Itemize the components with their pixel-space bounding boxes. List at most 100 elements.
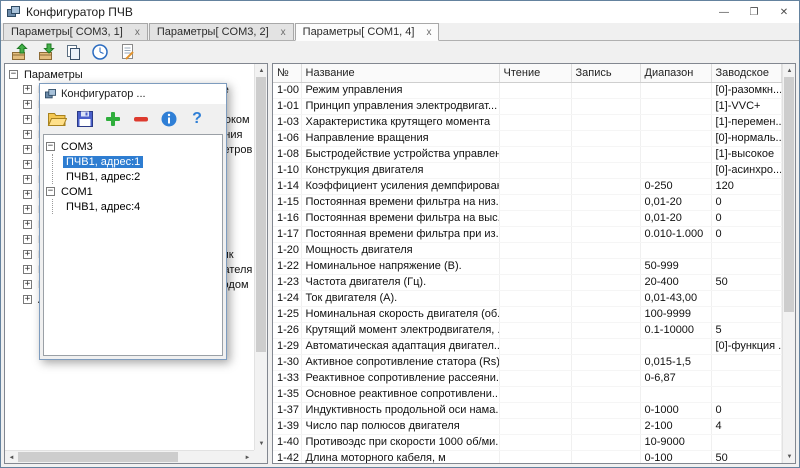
minimize-button[interactable]: —: [709, 1, 739, 23]
collapse-icon[interactable]: −: [46, 187, 55, 196]
table-row[interactable]: 1-22Номинальное напряжение (В).50-999: [273, 258, 782, 274]
import-box-icon[interactable]: [9, 42, 29, 62]
scroll-right-icon[interactable]: ►: [241, 451, 254, 464]
table-row[interactable]: 1-06Направление вращения[0]-нормаль...: [273, 130, 782, 146]
tab-close-icon[interactable]: x: [135, 27, 140, 38]
column-header[interactable]: Запись: [571, 64, 640, 82]
copy-icon[interactable]: [63, 42, 83, 62]
table-row[interactable]: 1-33Реактивное сопротивление рассеяни...…: [273, 370, 782, 386]
table-row[interactable]: 1-01Принцип управления электродвигат...[…: [273, 98, 782, 114]
table-row[interactable]: 1-39Число пар полюсов двигателя2-1004: [273, 418, 782, 434]
scroll-up-icon[interactable]: ▲: [783, 64, 796, 77]
table-row[interactable]: 1-42Длина моторного кабеля, м0-10050: [273, 450, 782, 464]
table-row[interactable]: 1-20Мощность двигателя: [273, 242, 782, 258]
dialog-title-bar[interactable]: Конфигуратор ...: [40, 84, 226, 104]
column-header[interactable]: №: [273, 64, 301, 82]
table-cell: 1-17: [273, 226, 301, 242]
scroll-left-icon[interactable]: ◄: [5, 451, 18, 464]
export-box-icon[interactable]: [36, 42, 56, 62]
table-vertical-scrollbar[interactable]: ▲ ▼: [782, 64, 795, 463]
table-row[interactable]: 1-16Постоянная времени фильтра на выс...…: [273, 210, 782, 226]
table-row[interactable]: 1-40Противоэдс при скорости 1000 об/ми..…: [273, 434, 782, 450]
table-row[interactable]: 1-08Быстродействие устройства управлен..…: [273, 146, 782, 162]
table-row[interactable]: 1-35Основное реактивное сопротивлени...: [273, 386, 782, 402]
column-header[interactable]: Диапазон: [640, 64, 711, 82]
table-row[interactable]: 1-29Автоматическая адаптация двигател...…: [273, 338, 782, 354]
collapse-icon[interactable]: −: [9, 70, 18, 79]
table-cell: [711, 354, 782, 370]
table-cell: [571, 290, 640, 306]
expand-icon[interactable]: +: [23, 115, 32, 124]
table-row[interactable]: 1-23Частота двигателя (Гц).20-40050: [273, 274, 782, 290]
device-node[interactable]: ПЧВ1, адрес:1: [63, 154, 220, 169]
clock-icon[interactable]: [90, 42, 110, 62]
left-vertical-scrollbar[interactable]: ▲ ▼: [254, 64, 267, 450]
open-folder-icon[interactable]: [46, 108, 68, 130]
com-port-node[interactable]: −COM1: [46, 184, 220, 199]
table-row[interactable]: 1-24Ток двигателя (А).0,01-43,00: [273, 290, 782, 306]
table-cell: Постоянная времени фильтра на низ...: [301, 194, 499, 210]
expand-icon[interactable]: +: [23, 190, 32, 199]
tab-parameters-3[interactable]: Параметры[ COM1, 4]x: [295, 23, 440, 41]
maximize-button[interactable]: ❐: [739, 1, 769, 23]
table-cell: [640, 242, 711, 258]
device-node[interactable]: ПЧВ1, адрес:2: [63, 169, 220, 184]
expand-icon[interactable]: +: [23, 235, 32, 244]
table-row[interactable]: 1-17Постоянная времени фильтра при из...…: [273, 226, 782, 242]
table-cell: Режим управления: [301, 82, 499, 98]
close-button[interactable]: ✕: [769, 1, 799, 23]
table-row[interactable]: 1-00Режим управления[0]-разомкн...: [273, 82, 782, 98]
column-header[interactable]: Чтение: [499, 64, 571, 82]
tab-close-icon[interactable]: x: [426, 27, 431, 38]
table-row[interactable]: 1-30Активное сопротивление статора (Rs).…: [273, 354, 782, 370]
tab-close-icon[interactable]: x: [281, 27, 286, 38]
expand-icon[interactable]: +: [23, 220, 32, 229]
expand-icon[interactable]: +: [23, 250, 32, 259]
table-cell: 1-42: [273, 450, 301, 464]
table-row[interactable]: 1-03Характеристика крутящего момента[1]-…: [273, 114, 782, 130]
remove-device-icon[interactable]: [130, 108, 152, 130]
column-header[interactable]: Название: [301, 64, 499, 82]
report-icon[interactable]: [117, 42, 137, 62]
table-row[interactable]: 1-37Индуктивность продольной оси нама...…: [273, 402, 782, 418]
com-port-node[interactable]: −COM3: [46, 139, 220, 154]
expand-icon[interactable]: +: [23, 280, 32, 289]
table-cell: 1-20: [273, 242, 301, 258]
expand-icon[interactable]: +: [23, 145, 32, 154]
table-cell: [571, 450, 640, 464]
scrollbar-thumb[interactable]: [784, 77, 794, 312]
table-row[interactable]: 1-26Крутящий момент электродвигателя, ..…: [273, 322, 782, 338]
scroll-down-icon[interactable]: ▼: [783, 450, 796, 463]
tab-parameters-1[interactable]: Параметры[ COM3, 1]x: [3, 23, 148, 40]
scroll-up-icon[interactable]: ▲: [255, 64, 268, 77]
expand-icon[interactable]: +: [23, 130, 32, 139]
scrollbar-thumb[interactable]: [256, 77, 266, 352]
table-cell: 1-26: [273, 322, 301, 338]
table-row[interactable]: 1-14Коэффициент усиления демпфирован...0…: [273, 178, 782, 194]
info-icon[interactable]: [158, 108, 180, 130]
left-horizontal-scrollbar[interactable]: ◄ ►: [5, 450, 254, 463]
expand-icon[interactable]: +: [23, 100, 32, 109]
save-icon[interactable]: [74, 108, 96, 130]
column-header[interactable]: Заводское: [711, 64, 782, 82]
table-row[interactable]: 1-15Постоянная времени фильтра на низ...…: [273, 194, 782, 210]
scrollbar-thumb[interactable]: [18, 452, 178, 462]
table-row[interactable]: 1-10Конструкция двигателя[0]-асинхро...: [273, 162, 782, 178]
tree-root[interactable]: − Параметры: [9, 67, 267, 82]
add-device-icon[interactable]: [102, 108, 124, 130]
expand-icon[interactable]: +: [23, 85, 32, 94]
table-cell: 1-23: [273, 274, 301, 290]
collapse-icon[interactable]: −: [46, 142, 55, 151]
app-icon[interactable]: [7, 6, 20, 19]
tab-parameters-2[interactable]: Параметры[ COM3, 2]x: [149, 23, 294, 40]
expand-icon[interactable]: +: [23, 160, 32, 169]
expand-icon[interactable]: +: [23, 205, 32, 214]
scroll-down-icon[interactable]: ▼: [255, 437, 268, 450]
table-cell: 0-100: [640, 450, 711, 464]
expand-icon[interactable]: +: [23, 175, 32, 184]
help-icon[interactable]: ?: [186, 108, 208, 130]
device-node[interactable]: ПЧВ1, адрес:4: [63, 199, 220, 214]
table-row[interactable]: 1-25Номинальная скорость двигателя (об..…: [273, 306, 782, 322]
expand-icon[interactable]: +: [23, 295, 32, 304]
expand-icon[interactable]: +: [23, 265, 32, 274]
